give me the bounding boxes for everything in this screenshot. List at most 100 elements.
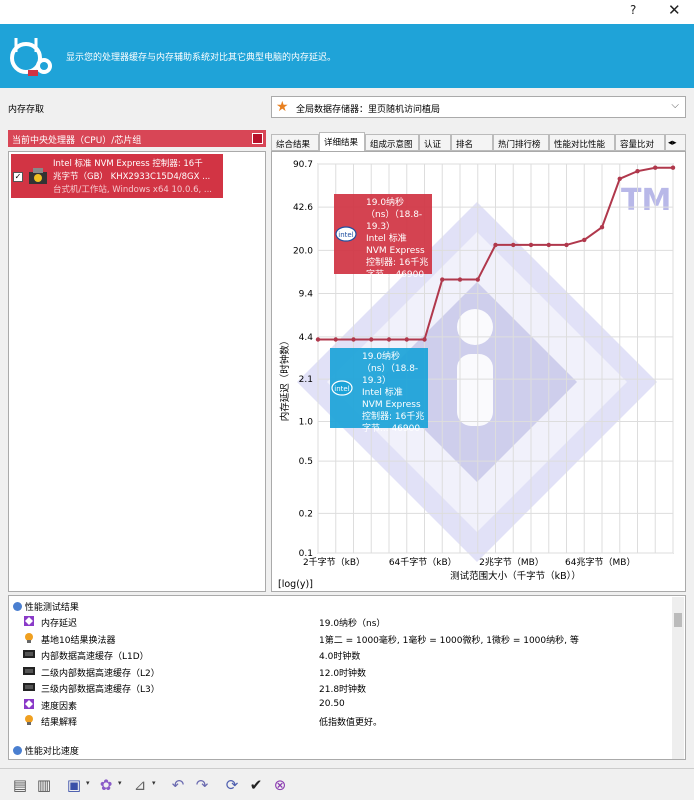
tab-capacity-compare[interactable]: 容量比对	[615, 134, 665, 151]
result-label: 内存延迟	[41, 619, 78, 629]
tab-certification[interactable]: 认证	[419, 134, 451, 151]
x-tick-label: 64千字节（kB）	[389, 556, 457, 568]
data-point	[440, 277, 445, 282]
tooltip-text: 19.0纳秒	[362, 350, 400, 362]
star-icon: ★	[276, 99, 289, 115]
result-value: 20.50	[319, 698, 345, 709]
result-value: 21.8时钟数	[319, 685, 367, 695]
tooltip-text: NVM Express	[362, 400, 421, 410]
device-os-line: 台式机/工作站, Windows x64 10.0.6, ...	[53, 185, 213, 195]
tab-details[interactable]: 详细结果	[319, 132, 365, 152]
tab-label: 认证	[424, 140, 442, 150]
data-point	[386, 337, 392, 342]
undo-icon[interactable]: ↶	[168, 775, 188, 795]
close-button[interactable]: ✕	[668, 1, 681, 19]
bulb-icon	[23, 714, 35, 726]
device-list-item[interactable]: ✓ Intel 标准 NVM Express 控制器: 16千 兆字节（GB） …	[11, 154, 223, 198]
tooltip-text: Intel 标准	[366, 232, 407, 244]
result-label: 结果解释	[41, 718, 78, 728]
report-icon[interactable]: ▤	[10, 775, 30, 795]
results-scrollbar[interactable]	[672, 597, 684, 759]
cpu-header-label: 当前中央处理器（CPU）/芯片组	[12, 136, 142, 146]
chevron-down-icon: ⌵	[671, 100, 679, 111]
tab-ranking[interactable]: 排名	[451, 134, 493, 151]
bottom-toolbar: ▤ ▥ ▣ ▾ ✿ ▾ ⊿ ▾ ↶ ↷ ⟳ ✔ ⊗	[0, 768, 694, 800]
tab-performance-compare[interactable]: 性能对比性能	[549, 134, 615, 151]
device-name-line1: Intel 标准 NVM Express 控制器: 16千	[53, 159, 203, 169]
result-value: 19.0纳秒（ns）	[319, 619, 386, 629]
compare-report-icon[interactable]: ▥	[34, 775, 54, 795]
dropdown-arrow-icon[interactable]: ▾	[86, 779, 90, 787]
tab-top-list[interactable]: 热门排行榜	[493, 134, 549, 151]
data-point	[475, 277, 480, 282]
cpu-header: 当前中央处理器（CPU）/芯片组	[8, 130, 266, 147]
dropdown-arrow-icon[interactable]: ▾	[152, 779, 156, 787]
y-tick-label: 90.7	[293, 160, 313, 170]
tooltip-text: Intel 标准	[362, 386, 403, 398]
x-axis-label: 测试范围大小（千字节（kB））	[450, 570, 581, 582]
result-value: 低指数值更好。	[319, 718, 383, 728]
result-value: 1第二 = 1000毫秒, 1毫秒 = 1000微秒, 1微秒 = 1000纳秒…	[319, 635, 579, 646]
watermark-stem	[457, 354, 493, 426]
benchmark-select[interactable]: ★ 全局数据存储器：里页随机访问植局 ⌵	[271, 96, 686, 118]
save-icon[interactable]: ▣	[64, 775, 84, 795]
chart-options-icon[interactable]: ⊿	[130, 775, 150, 795]
x-tick-label: 2千字节（kB）	[303, 556, 365, 568]
tooltip-text: 19.0纳秒	[366, 196, 404, 208]
data-point	[546, 242, 551, 248]
cancel-icon[interactable]: ⊗	[270, 775, 290, 795]
results-section-header[interactable]: 性能测试结果	[13, 600, 79, 613]
y-tick-label: 1.0	[299, 417, 314, 427]
benchmark-icon	[23, 698, 35, 710]
tooltip-text: 控制器: 16千兆	[362, 410, 424, 422]
data-point	[617, 176, 622, 181]
result-label: 二级内部数据高速缓存（L2）	[41, 668, 160, 679]
bulb-icon	[23, 632, 35, 644]
results-panel: 性能测试结果 内存延迟 19.0纳秒（ns） 基地10结果换法器 1第二 = 1000…	[8, 595, 686, 760]
data-point	[404, 337, 409, 342]
dropdown-arrow-icon[interactable]: ▾	[118, 779, 122, 787]
data-point	[457, 277, 463, 282]
tooltip-text: 19.3）	[362, 375, 391, 386]
tab-label: 容量比对	[620, 140, 655, 150]
compare-section-header[interactable]: 性能对比速度	[13, 744, 79, 757]
data-point	[369, 337, 374, 342]
banner-text: 显示您的处理器缓存与内存辅助系统对比其它典型电脑的内存延迟。	[66, 53, 337, 63]
watermark-text: TM	[621, 183, 671, 218]
redo-icon[interactable]: ↷	[192, 775, 212, 795]
share-icon[interactable]: ✿	[96, 775, 116, 795]
result-label: 三级内部数据高速缓存（L3）	[41, 685, 160, 695]
results-section-title: 性能测试结果	[24, 603, 79, 613]
device-checkbox[interactable]: ✓	[13, 172, 23, 182]
result-value: 12.0时钟数	[319, 668, 367, 679]
benchmark-select-value: 全局数据存储器：里页随机访问植局	[296, 105, 441, 115]
collapse-icon	[13, 746, 22, 755]
ok-icon[interactable]: ✔	[246, 775, 266, 795]
tab-label: 排名	[456, 140, 474, 150]
tooltip-text: 控制器: 16千兆	[366, 256, 428, 268]
chart-panel: TM 90.7 42.6 20.0 9.4 4.4 2.1 1.0 0.5 0.2 0.1 2千字节（…	[271, 151, 686, 592]
tab-diagram[interactable]: 组成示意图	[365, 134, 419, 151]
y-tick-label: 2.1	[299, 375, 313, 385]
scrollbar-thumb[interactable]	[674, 613, 682, 627]
memory-chip-icon	[23, 681, 35, 693]
latency-chart: TM90.742.620.09.44.42.11.00.50.20.12千字节（…	[278, 160, 676, 590]
data-point	[333, 337, 338, 342]
result-value: 4.0时钟数	[319, 652, 361, 662]
memory-chip-icon	[23, 648, 35, 660]
help-button[interactable]: ?	[630, 3, 636, 17]
y-tick-label: 0.2	[299, 509, 313, 519]
tab-summary[interactable]: 综合结果	[271, 134, 319, 151]
tooltip-text: NVM Express	[366, 246, 425, 256]
tooltip-text: 字节... 46900	[366, 268, 424, 280]
tab-label: 组成示意图	[370, 140, 413, 150]
tab-label: 综合结果	[276, 140, 311, 150]
collapse-icon	[13, 602, 22, 611]
data-point	[422, 337, 427, 342]
data-point	[493, 242, 498, 248]
refresh-icon[interactable]: ⟳	[222, 775, 242, 795]
intel-chip-icon	[29, 168, 47, 184]
y-tick-label: 4.4	[299, 333, 314, 343]
data-point	[511, 242, 516, 248]
tab-scroll-button[interactable]: ◂▸	[665, 134, 686, 151]
